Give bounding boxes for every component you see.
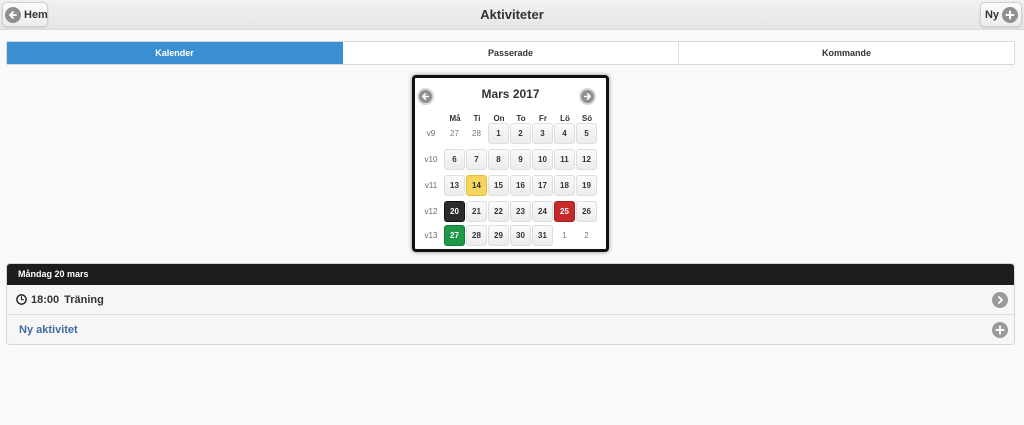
calendar-day[interactable]: 8 (488, 149, 509, 170)
calendar-day[interactable]: 28 (466, 225, 487, 246)
new-button[interactable]: Ny (980, 2, 1022, 27)
activity-item[interactable]: 18:00 Träning (7, 285, 1014, 315)
calendar-day[interactable]: 23 (510, 201, 531, 222)
calendar-day[interactable]: 4 (554, 123, 575, 144)
home-button[interactable]: Hem (2, 2, 48, 27)
arrow-left-circle-icon (5, 6, 21, 23)
calendar-day[interactable]: 3 (532, 123, 553, 144)
week-number: v10 (424, 155, 438, 164)
activity-time: 18:00 (31, 293, 60, 306)
header-bar: Aktiviteter Hem Ny (0, 0, 1024, 30)
tab-kommande[interactable]: Kommande (679, 42, 1014, 64)
page-title: Aktiviteter (480, 7, 544, 22)
tab-passerade[interactable]: Passerade (343, 42, 679, 64)
calendar-day[interactable]: 15 (488, 175, 509, 196)
weekday-header: Ti (473, 114, 481, 123)
week-number: v11 (424, 181, 438, 190)
view-tabs: Kalender Passerade Kommande (6, 41, 1015, 65)
calendar-day[interactable]: 2 (510, 123, 531, 144)
calendar-day-selected[interactable]: 20 (444, 201, 465, 222)
weekday-header: To (516, 114, 526, 123)
calendar-day[interactable]: 25 (554, 201, 575, 222)
tab-kalender[interactable]: Kalender (7, 42, 343, 64)
weekday-header: Sö (581, 114, 593, 123)
calendar-day[interactable]: 28 (466, 123, 487, 144)
calendar-day[interactable]: 31 (532, 225, 553, 246)
calendar-day[interactable]: 5 (576, 123, 597, 144)
weekday-header: Fr (539, 114, 547, 123)
calendar-day[interactable]: 19 (576, 175, 597, 196)
calendar-day[interactable]: 21 (466, 201, 487, 222)
calendar-day[interactable]: 27 (444, 123, 465, 144)
calendar-day[interactable]: 13 (444, 175, 465, 196)
week-number: v9 (426, 129, 436, 138)
calendar-day[interactable]: 6 (444, 149, 465, 170)
calendar-day[interactable]: 26 (576, 201, 597, 222)
activity-title: Träning (64, 293, 104, 306)
calendar-day[interactable]: 22 (488, 201, 509, 222)
weekday-header: Må (449, 114, 461, 123)
calendar-day[interactable]: 9 (510, 149, 531, 170)
chevron-right-circle-icon (992, 292, 1008, 308)
calendar-month-title: Mars 2017 (481, 87, 540, 101)
calendar-day[interactable]: 1 (488, 123, 509, 144)
next-month-button[interactable] (579, 88, 596, 105)
day-heading: Måndag 20 mars (7, 264, 1014, 285)
calendar-day[interactable]: 18 (554, 175, 575, 196)
home-button-label: Hem (24, 8, 48, 21)
calendar-day[interactable]: 24 (532, 201, 553, 222)
calendar-day[interactable]: 16 (510, 175, 531, 196)
calendar-day[interactable]: 17 (532, 175, 553, 196)
new-activity-link[interactable]: Ny aktivitet (19, 324, 78, 336)
day-activity-list: Måndag 20 mars 18:00 Träning Ny aktivite… (6, 263, 1015, 345)
week-number: v13 (424, 231, 438, 240)
calendar-day[interactable]: 2 (576, 225, 597, 246)
plus-circle-icon (992, 322, 1008, 338)
calendar-day[interactable]: 1 (554, 225, 575, 246)
calendar-day[interactable]: 11 (554, 149, 575, 170)
calendar-day[interactable]: 10 (532, 149, 553, 170)
calendar-day[interactable]: 12 (576, 149, 597, 170)
weekday-header: On (493, 114, 505, 123)
calendar-day[interactable]: 7 (466, 149, 487, 170)
weekday-header: Lö (560, 114, 570, 123)
new-activity-row[interactable]: Ny aktivitet (7, 315, 1014, 344)
calendar-day[interactable]: 29 (488, 225, 509, 246)
week-number: v12 (424, 207, 438, 216)
month-calendar: Mars 2017 Må Ti On To Fr Lö Sö v9 27 28 1 2 3 4 5 v10 6 7… (412, 75, 609, 252)
calendar-day[interactable]: 14 (466, 175, 487, 196)
clock-icon (16, 294, 27, 305)
arrow-right-circle-icon (581, 90, 594, 103)
plus-circle-icon (1002, 6, 1018, 23)
new-button-label: Ny (984, 8, 999, 21)
calendar-day[interactable]: 27 (444, 225, 465, 246)
calendar-day[interactable]: 30 (510, 225, 531, 246)
